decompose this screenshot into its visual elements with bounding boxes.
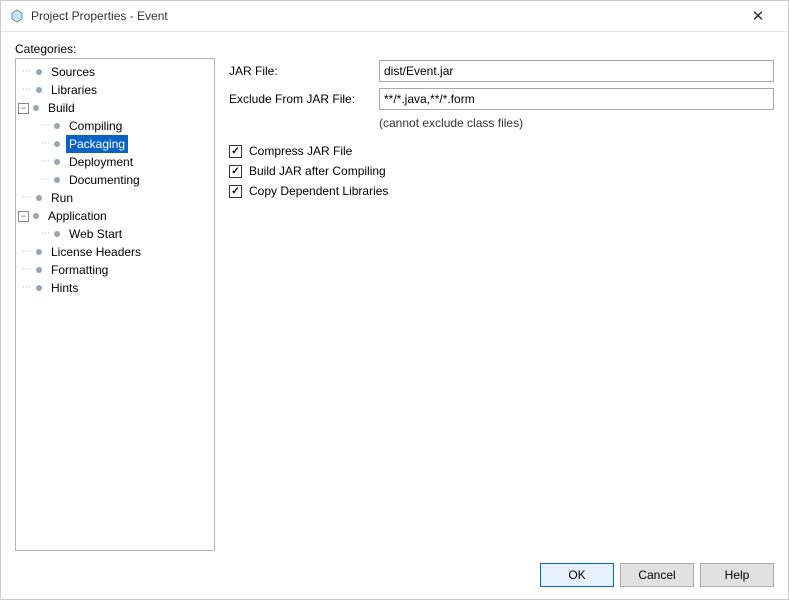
checkbox-icon[interactable]: ✓ bbox=[229, 145, 242, 158]
help-button[interactable]: Help bbox=[700, 563, 774, 587]
collapse-icon[interactable]: − bbox=[18, 211, 29, 222]
categories-tree[interactable]: ⋯ Sources ⋯ Libraries − bbox=[15, 58, 215, 551]
tree-item-hints[interactable]: ⋯ Hints bbox=[18, 279, 212, 297]
exclude-label: Exclude From JAR File: bbox=[229, 92, 379, 106]
ok-button[interactable]: OK bbox=[540, 563, 614, 587]
window-title: Project Properties - Event bbox=[31, 9, 738, 23]
content-area: Categories: ⋯ Sources ⋯ Libraries bbox=[1, 32, 788, 551]
build-jar-label[interactable]: Build JAR after Compiling bbox=[249, 164, 386, 178]
tree-item-documenting[interactable]: ⋯ Documenting bbox=[36, 171, 212, 189]
dialog-window: Project Properties - Event ✕ Categories:… bbox=[0, 0, 789, 600]
tree-item-compiling[interactable]: ⋯ Compiling bbox=[36, 117, 212, 135]
collapse-icon[interactable]: − bbox=[18, 103, 29, 114]
tree-item-license-headers[interactable]: ⋯ License Headers bbox=[18, 243, 212, 261]
copy-deps-label[interactable]: Copy Dependent Libraries bbox=[249, 184, 388, 198]
exclude-hint: (cannot exclude class files) bbox=[379, 116, 774, 130]
cancel-button[interactable]: Cancel bbox=[620, 563, 694, 587]
dialog-footer: OK Cancel Help bbox=[1, 551, 788, 599]
build-jar-checkbox-row[interactable]: ✓ Build JAR after Compiling bbox=[229, 164, 774, 178]
exclude-input[interactable] bbox=[379, 88, 774, 110]
tree-item-formatting[interactable]: ⋯ Formatting bbox=[18, 261, 212, 279]
tree-item-sources[interactable]: ⋯ Sources bbox=[18, 63, 212, 81]
app-icon bbox=[9, 8, 25, 24]
tree-item-web-start[interactable]: ⋯ Web Start bbox=[36, 225, 212, 243]
jar-file-label: JAR File: bbox=[229, 64, 379, 78]
body: ⋯ Sources ⋯ Libraries − bbox=[15, 58, 774, 551]
copy-deps-checkbox-row[interactable]: ✓ Copy Dependent Libraries bbox=[229, 184, 774, 198]
tree-item-packaging[interactable]: ⋯ Packaging bbox=[36, 135, 212, 153]
categories-label: Categories: bbox=[15, 42, 774, 56]
checkbox-icon[interactable]: ✓ bbox=[229, 165, 242, 178]
compress-jar-label[interactable]: Compress JAR File bbox=[249, 144, 352, 158]
tree-item-build[interactable]: − Build bbox=[18, 99, 212, 117]
tree-item-deployment[interactable]: ⋯ Deployment bbox=[36, 153, 212, 171]
checkbox-icon[interactable]: ✓ bbox=[229, 185, 242, 198]
form-panel: JAR File: Exclude From JAR File: (cannot… bbox=[229, 58, 774, 551]
close-icon[interactable]: ✕ bbox=[738, 7, 778, 25]
tree-item-run[interactable]: ⋯ Run bbox=[18, 189, 212, 207]
titlebar: Project Properties - Event ✕ bbox=[1, 1, 788, 32]
compress-jar-checkbox-row[interactable]: ✓ Compress JAR File bbox=[229, 144, 774, 158]
jar-file-input[interactable] bbox=[379, 60, 774, 82]
tree-item-application[interactable]: − Application bbox=[18, 207, 212, 225]
tree-item-libraries[interactable]: ⋯ Libraries bbox=[18, 81, 212, 99]
